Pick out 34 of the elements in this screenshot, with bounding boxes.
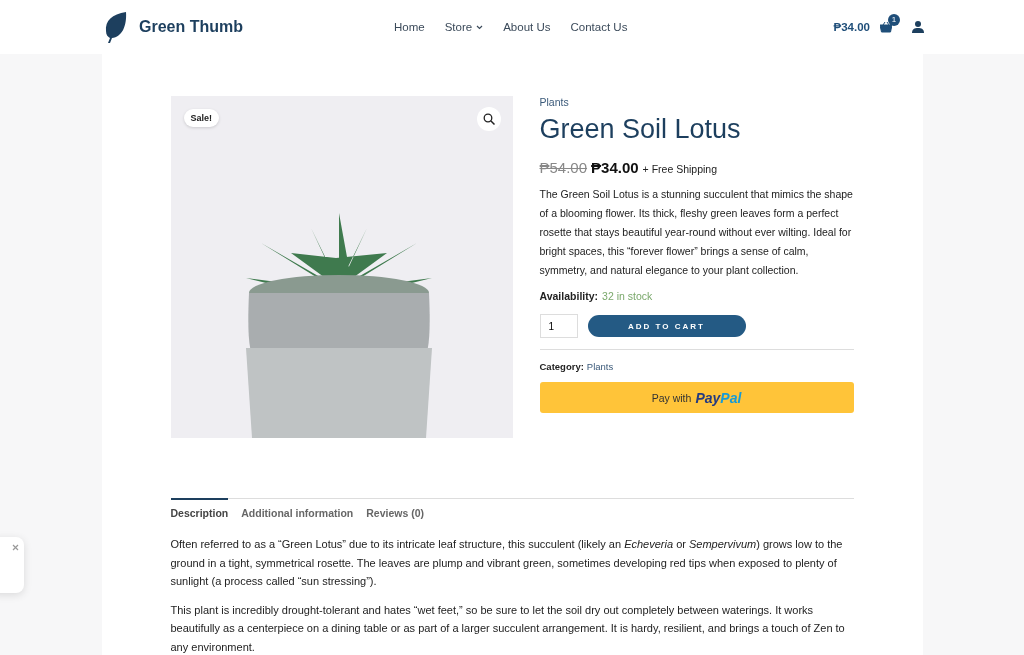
nav-link[interactable]: About Us	[503, 21, 551, 33]
add-to-cart-button[interactable]: ADD TO CART	[587, 315, 746, 337]
brand-name[interactable]: Green Thumb	[139, 18, 243, 36]
leaf-icon	[104, 10, 127, 44]
category-link[interactable]: Plants	[539, 96, 854, 108]
close-icon	[12, 544, 19, 551]
paypal-button[interactable]: Pay with PayPal	[539, 382, 854, 413]
nav-link[interactable]: Home	[394, 21, 425, 33]
chevron-down-icon	[476, 24, 484, 30]
quantity-field[interactable]: 1	[539, 314, 578, 338]
close-button[interactable]	[12, 542, 19, 553]
sale-price: ₱34.00	[591, 159, 639, 176]
product-title: Green Soil Lotus	[539, 114, 742, 145]
category-label: Category:	[539, 361, 584, 372]
nav-link[interactable]: Contact Us	[570, 21, 628, 33]
description-paragraph: This plant is incredibly drought-tolerant and hates “wet feet,” so be sure to let the soil dry out completely between waterings. It works beautifully as a centerpiece on a dining table or as part of a larger succulent arrangement. It is hardy, resilient, and brings a touch of Zen to any environment.	[170, 602, 846, 655]
product-summary: The Green Soil Lotus is a stunning succulent that mimics the shape of a blooming flower. Its thick, fleshy green leaves form a perfect rosette that stays beautiful year-round without ever wilting. Ideal for bright spaces, this “forever flower” brings a sense of calm, symmetry, and natural elegance to your plant collection.	[539, 187, 854, 278]
search-icon	[482, 113, 495, 125]
category-link[interactable]: Plants	[586, 361, 614, 372]
stock-status: 32 in stock	[602, 290, 653, 302]
user-icon[interactable]	[912, 21, 924, 33]
basket-icon[interactable]	[880, 21, 892, 33]
tab[interactable]: Reviews (0)	[366, 498, 425, 519]
tab[interactable]: Additional information	[241, 498, 354, 519]
description-paragraph: Often referred to as a “Green Lotus” due to its intricate leaf structure, this succulent (likely an Echeveria or Sempervivum) grows low to the ground in a tight, symmetrical rosette. The leaves are plump and vibrant green, sometimes developing red tips when exposed to plenty of sunlight (a process called “sun stressing”).	[170, 537, 844, 589]
nav-link[interactable]: Store	[444, 21, 484, 33]
availability-label: Availability:	[539, 290, 599, 302]
old-price: ₱54.00	[539, 159, 588, 176]
shipping-note: + Free Shipping	[642, 163, 718, 175]
zoom-button[interactable]	[476, 107, 501, 131]
tab[interactable]: Description	[170, 498, 229, 519]
cart-count-badge: 1	[888, 13, 900, 26]
cart-total[interactable]: ₱34.00	[833, 21, 870, 33]
sale-badge: Sale!	[183, 109, 219, 127]
